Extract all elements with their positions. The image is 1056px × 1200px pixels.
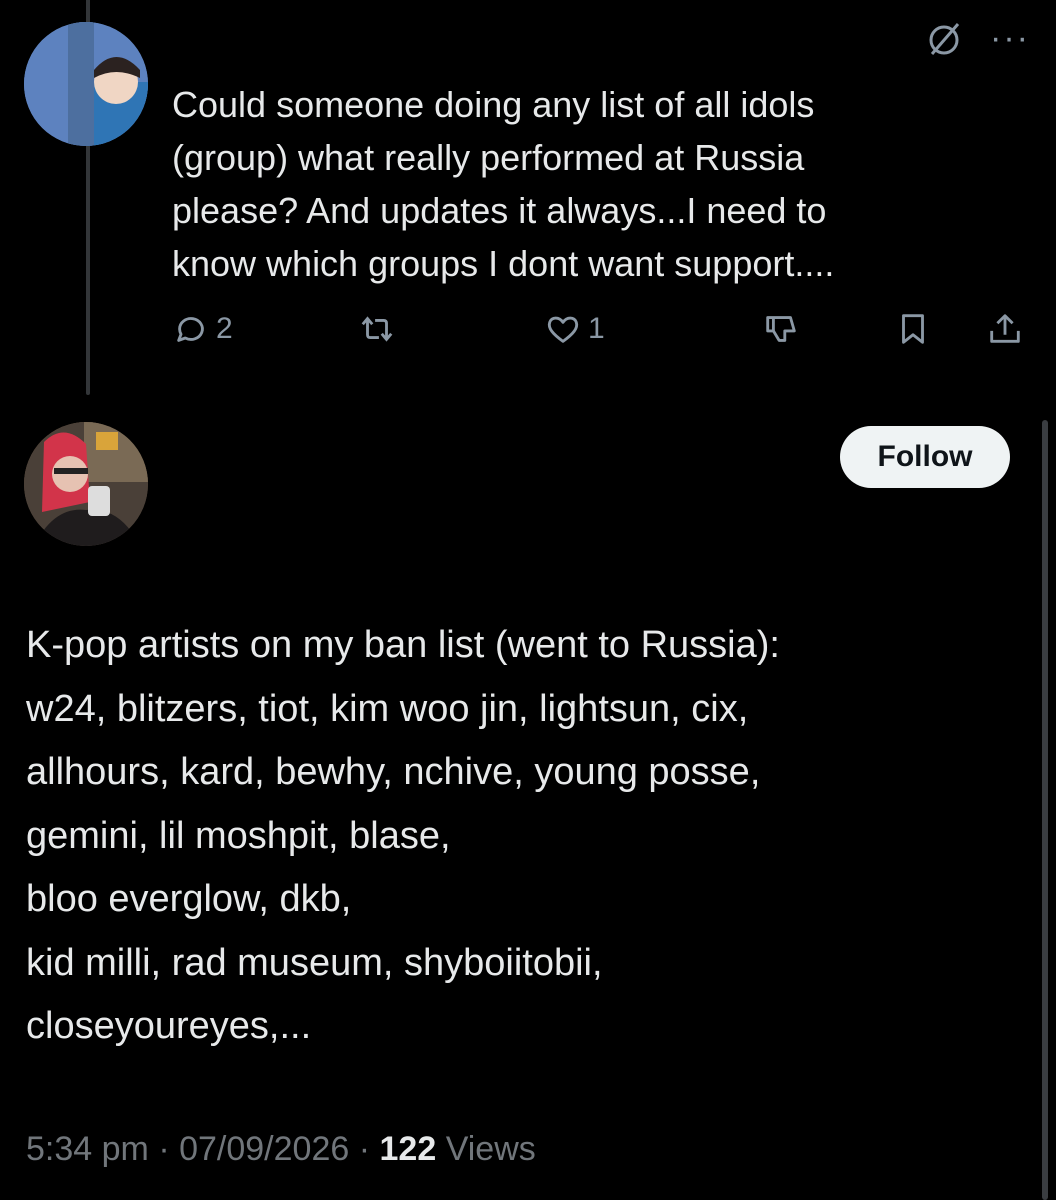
views-count[interactable]: 122 xyxy=(380,1130,437,1168)
follow-label: Follow xyxy=(877,440,973,473)
reply-to-text: Could someone doing any list of all idol… xyxy=(172,78,972,290)
meta-separator: · xyxy=(158,1130,180,1168)
tweet-text-line: allhours, kard, bewhy, nchive, young pos… xyxy=(26,751,761,793)
tweet-text-line: kid milli, rad museum, shyboiitobii, xyxy=(26,941,603,984)
tweet-text-line: K-pop artists on my ban list (went to Ru… xyxy=(26,624,780,666)
tweet-time[interactable]: 5:34 pm xyxy=(26,1130,149,1168)
tweet-date[interactable]: 07/09/2026 xyxy=(179,1130,349,1168)
scrollbar[interactable] xyxy=(1042,420,1048,1200)
downvote-button[interactable] xyxy=(762,310,800,348)
tweet-meta: 5:34 pm · 07/09/2026 · 122 Views xyxy=(26,1130,536,1169)
like-icon xyxy=(547,316,579,343)
tweet-text-line: bloo everglow, dkb, xyxy=(26,878,352,920)
reply-author-avatar[interactable] xyxy=(24,22,148,146)
reply-count: 2 xyxy=(216,312,233,345)
downvote-icon xyxy=(766,316,796,342)
reply-author-name[interactable] xyxy=(175,26,215,36)
bookmark-icon xyxy=(902,314,924,344)
avatar-image xyxy=(24,22,148,146)
share-button[interactable] xyxy=(986,310,1024,348)
bookmark-button[interactable] xyxy=(894,310,932,348)
reply-to-text-line: know which groups I dont want support...… xyxy=(172,243,835,284)
grok-icon[interactable] xyxy=(924,18,964,58)
repost-icon xyxy=(361,316,393,342)
tweet-text-line: w24, blitzers, tiot, kim woo jin, lights… xyxy=(26,687,749,730)
reply-to-text-line: please? And updates it always...I need t… xyxy=(172,190,827,231)
views-label: Views xyxy=(445,1130,536,1168)
reply-button[interactable]: 2 xyxy=(172,310,233,348)
meta-separator: · xyxy=(358,1130,380,1168)
tweet-text-line: gemini, lil moshpit, blase, xyxy=(26,814,451,857)
follow-button[interactable]: Follow xyxy=(840,426,1010,488)
avatar-image xyxy=(24,422,148,546)
more-icon[interactable]: ··· xyxy=(990,21,1030,55)
like-count: 1 xyxy=(588,312,605,345)
like-button[interactable]: 1 xyxy=(544,310,605,348)
tweet-text-line: closeyoureyes,... xyxy=(26,1005,312,1047)
tweet-header-icons: ··· xyxy=(924,18,1030,58)
reply-to-text-line: Could someone doing any list of all idol… xyxy=(172,84,815,125)
reply-to-action-bar: 2 1 xyxy=(172,308,1032,356)
share-icon xyxy=(990,314,1020,343)
tweet-text: K-pop artists on my ban list (went to Ru… xyxy=(26,614,1026,1059)
reply-to-text-line: (group) what really performed at Russia xyxy=(172,137,805,178)
repost-button[interactable] xyxy=(358,310,402,348)
reply-icon xyxy=(177,317,204,342)
tweet-author-avatar[interactable] xyxy=(24,422,148,546)
